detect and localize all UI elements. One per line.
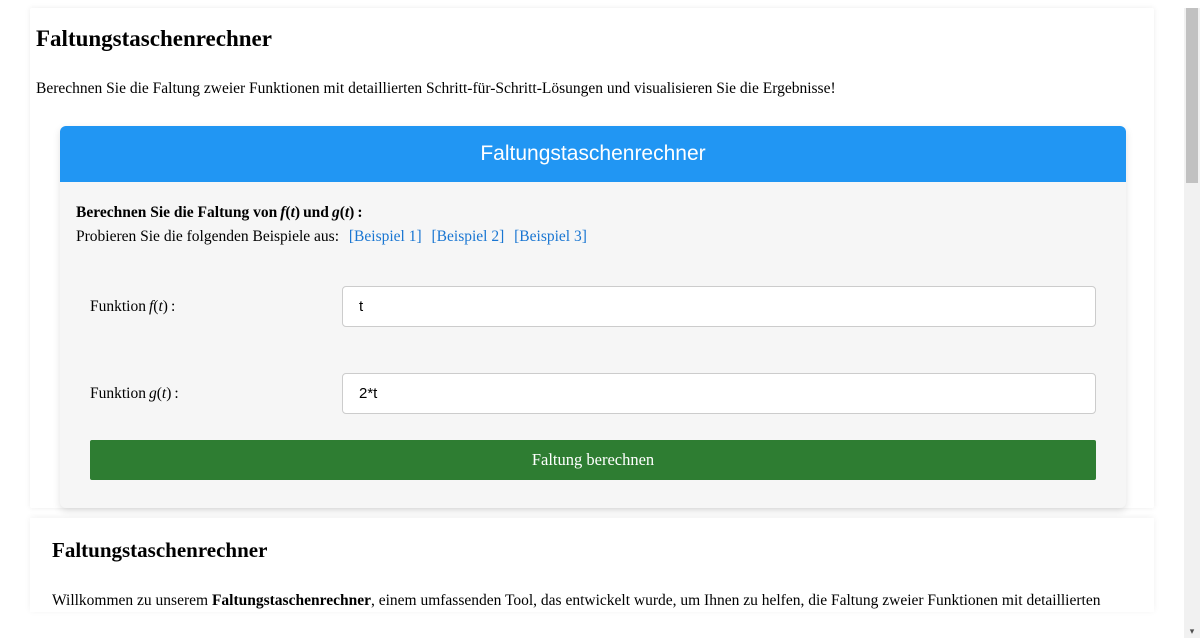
scrollbar-track[interactable]: ▴ ▾ — [1184, 8, 1200, 638]
label-g-prefix: Funktion — [90, 385, 146, 403]
info-section: Faltungstaschenrechner Willkommen zu uns… — [30, 518, 1154, 612]
function-f-input[interactable] — [342, 286, 1096, 327]
instruction-line: Berechnen Sie die Faltung von f(t) und g… — [76, 204, 1110, 222]
math-g-of-t-label: g(t) — [149, 385, 171, 403]
examples-prefix: Probieren Sie die folgenden Beispiele au… — [76, 228, 343, 245]
function-g-input[interactable] — [342, 373, 1096, 414]
welcome-paragraph: Willkommen zu unserem Faltungstaschenrec… — [52, 589, 1132, 612]
math-g-of-t: g(t) — [332, 204, 354, 222]
example-1-link[interactable]: [Beispiel 1] — [349, 228, 422, 245]
scroll-down-icon[interactable]: ▾ — [1187, 626, 1197, 636]
example-line: Probieren Sie die folgenden Beispiele au… — [76, 228, 1110, 246]
welcome-suffix: , einem umfassenden Tool, das entwickelt… — [371, 592, 1101, 609]
calculator-body: Berechnen Sie die Faltung von f(t) und g… — [60, 182, 1126, 508]
calculator-card: Faltungstaschenrechner Berechnen Sie die… — [60, 126, 1126, 508]
page-subtitle: Berechnen Sie die Faltung zweier Funktio… — [36, 80, 1154, 98]
math-f-of-t-label: f(t) — [149, 298, 168, 316]
instruction-and: und — [303, 204, 329, 222]
function-f-row: Funktion f(t): — [90, 286, 1110, 327]
label-f-colon: : — [171, 298, 175, 316]
instruction-colon: : — [357, 204, 362, 222]
welcome-prefix: Willkommen zu unserem — [52, 592, 212, 609]
label-g-colon: : — [174, 385, 178, 403]
function-f-label: Funktion f(t): — [90, 298, 342, 316]
section-title: Faltungstaschenrechner — [52, 538, 1132, 563]
label-f-prefix: Funktion — [90, 298, 146, 316]
calculator-header: Faltungstaschenrechner — [60, 126, 1126, 182]
calculate-button[interactable]: Faltung berechnen — [90, 440, 1096, 480]
function-g-row: Funktion g(t): — [90, 373, 1110, 414]
math-f-of-t: f(t) — [280, 204, 300, 222]
function-g-label: Funktion g(t): — [90, 385, 342, 403]
welcome-bold: Faltungstaschenrechner — [212, 592, 371, 609]
example-3-link[interactable]: [Beispiel 3] — [514, 228, 587, 245]
page-title: Faltungstaschenrechner — [36, 26, 1154, 52]
main-container: Faltungstaschenrechner Berechnen Sie die… — [30, 8, 1154, 508]
instruction-prefix: Berechnen Sie die Faltung von — [76, 204, 277, 222]
scrollbar-thumb[interactable] — [1186, 8, 1198, 183]
example-2-link[interactable]: [Beispiel 2] — [432, 228, 505, 245]
